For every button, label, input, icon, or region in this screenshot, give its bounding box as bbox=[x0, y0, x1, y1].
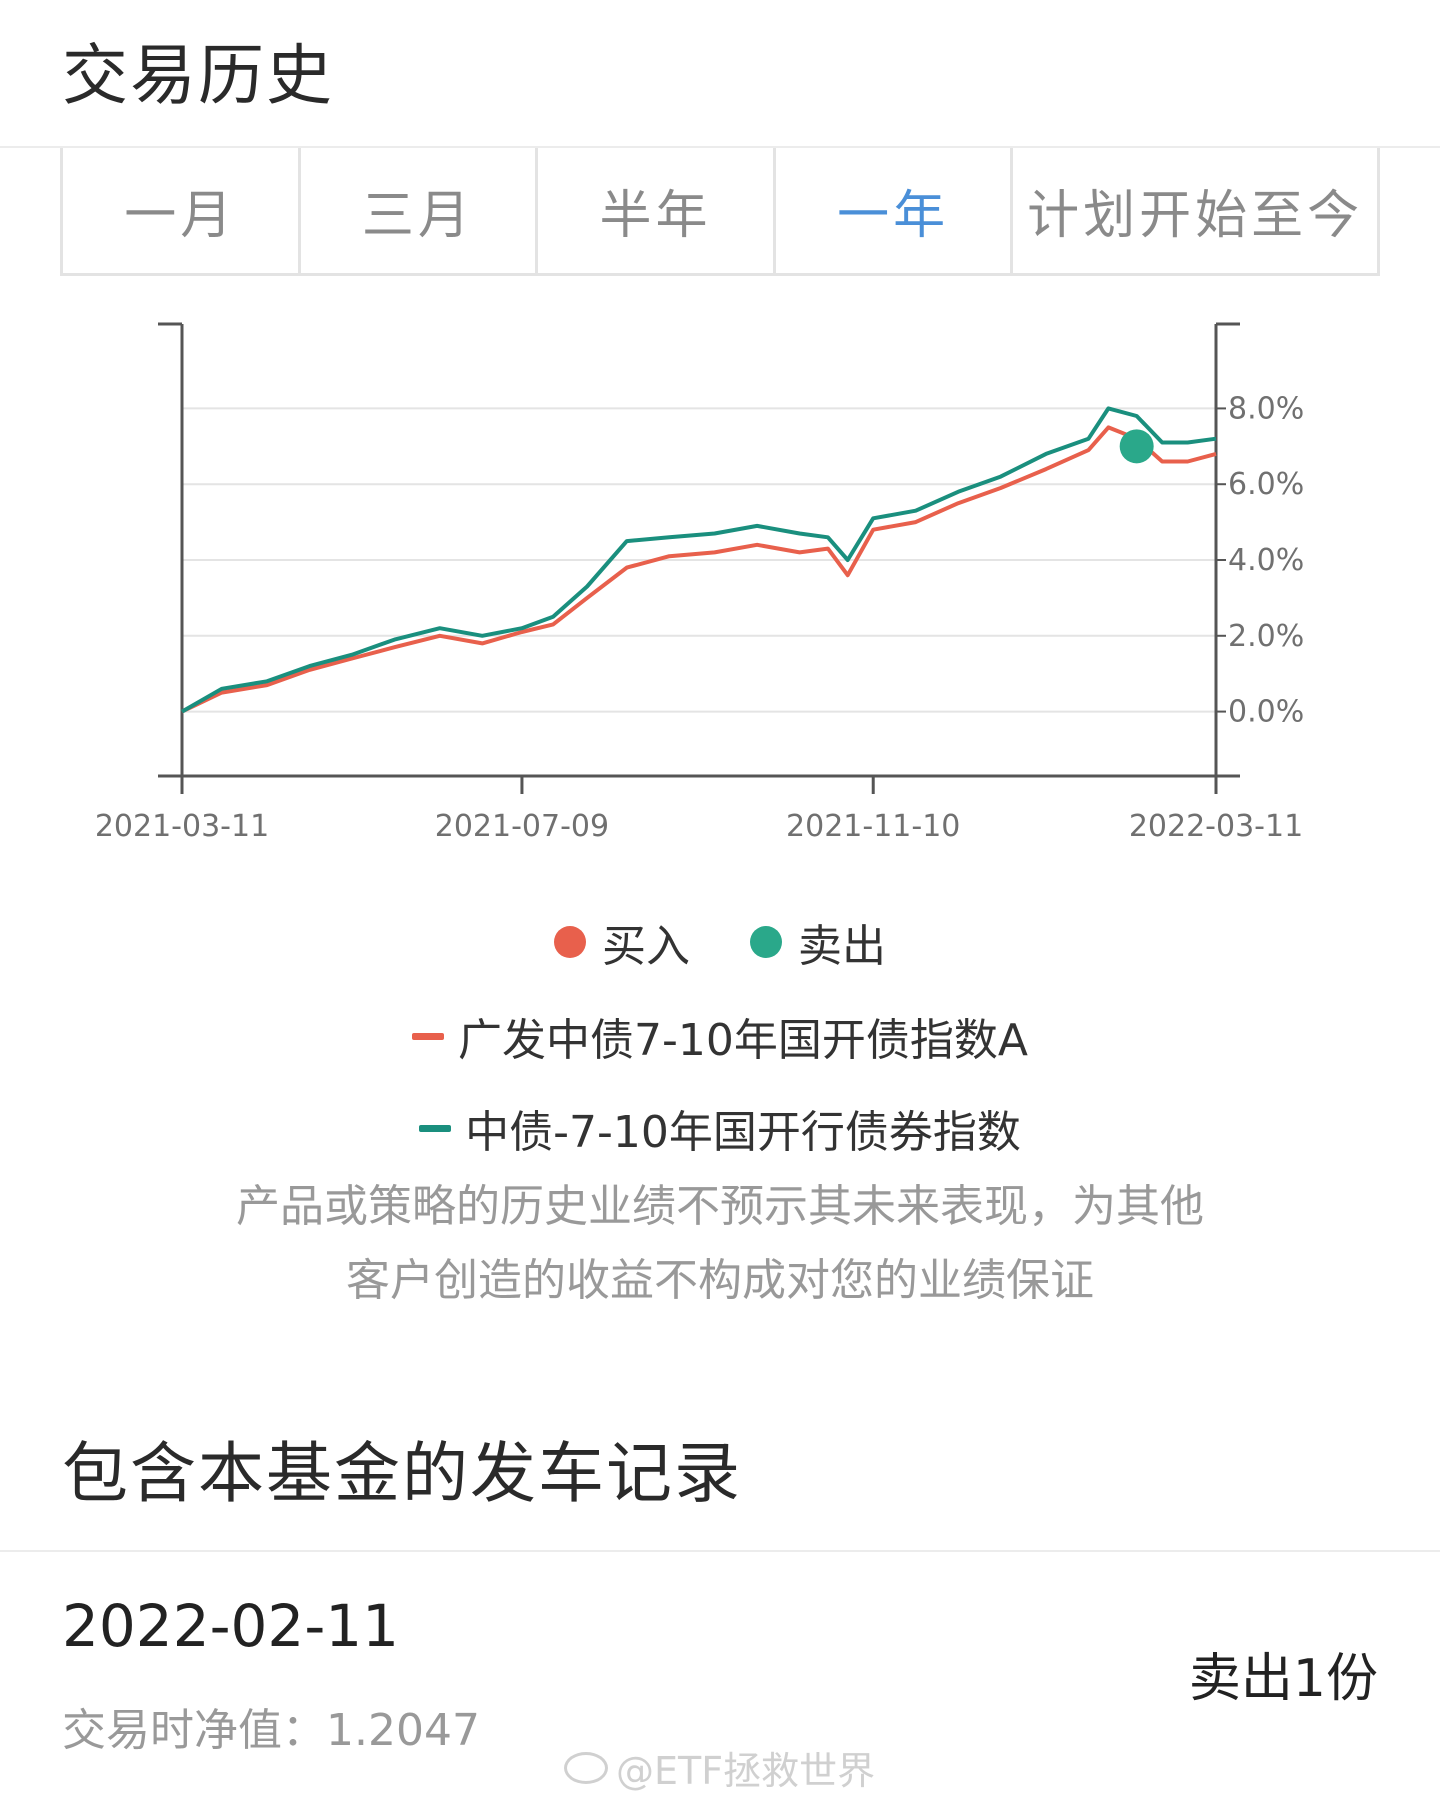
disclaimer-line-2: 客户创造的收益不构成对您的业绩保证 bbox=[346, 1255, 1094, 1306]
disclaimer-line-1: 产品或策略的历史业绩不预示其未来表现，为其他 bbox=[236, 1181, 1204, 1232]
buy-dot-icon bbox=[554, 926, 586, 958]
y-tick-label: 0.0% bbox=[1228, 695, 1304, 730]
y-tick-label: 8.0% bbox=[1228, 391, 1304, 426]
legend-buy-label: 买入 bbox=[602, 921, 690, 972]
tab-one-year[interactable]: 一年 bbox=[776, 148, 1014, 273]
y-tick-label: 6.0% bbox=[1228, 467, 1304, 502]
legend-series-2-label: 中债-7-10年国开行债券指数 bbox=[465, 1107, 1021, 1158]
marker-legend: 买入 卖出 bbox=[0, 910, 1440, 974]
legend-sell: 卖出 bbox=[750, 910, 886, 974]
y-tick-label: 2.0% bbox=[1228, 619, 1304, 654]
x-tick-label: 2021-11-10 bbox=[786, 809, 960, 840]
legend-series-2: 中债-7-10年国开行债券指数 bbox=[0, 1096, 1440, 1160]
watermark-text: @ETF拯救世界 bbox=[616, 1749, 876, 1793]
tab-three-months[interactable]: 三月 bbox=[301, 148, 539, 273]
x-tick-label: 2021-03-11 bbox=[95, 809, 269, 840]
tab-since-plan-start[interactable]: 计划开始至今 bbox=[1013, 148, 1377, 273]
performance-chart: 0.0% 2.0% 4.0% 6.0% 8.0% 2021-03-11 2021-07-09… bbox=[95, 322, 1304, 840]
record-date: 2022-02-11 bbox=[62, 1592, 400, 1660]
series-1-line-icon bbox=[412, 1032, 445, 1040]
tab-one-month[interactable]: 一月 bbox=[63, 148, 301, 273]
legend-sell-label: 卖出 bbox=[798, 921, 886, 972]
sell-marker bbox=[1119, 429, 1154, 464]
weibo-logo-icon bbox=[564, 1751, 608, 1784]
series-line-1 bbox=[181, 425, 1217, 714]
section-title-trade-history: 交易历史 bbox=[62, 37, 334, 114]
series-2-line-icon bbox=[419, 1124, 452, 1132]
sell-dot-icon bbox=[750, 926, 782, 958]
period-tabs: 一月 三月 半年 一年 计划开始至今 bbox=[60, 148, 1380, 276]
record-nav: 交易时净值：1.2047 bbox=[62, 1705, 480, 1756]
record-action: 卖出1份 bbox=[1188, 1649, 1378, 1709]
x-tick-label: 2022-03-11 bbox=[1129, 809, 1303, 840]
section-title-records: 包含本基金的发车记录 bbox=[62, 1435, 742, 1512]
watermark: @ETF拯救世界 bbox=[564, 1740, 875, 1794]
legend-buy: 买入 bbox=[554, 910, 690, 974]
y-tick-label: 4.0% bbox=[1228, 543, 1304, 578]
legend-series-1-label: 广发中债7-10年国开债指数A bbox=[458, 1015, 1028, 1066]
x-tick-label: 2021-07-09 bbox=[435, 809, 609, 840]
tab-half-year[interactable]: 半年 bbox=[538, 148, 776, 273]
legend-series-1: 广发中债7-10年国开债指数A bbox=[0, 1004, 1440, 1068]
